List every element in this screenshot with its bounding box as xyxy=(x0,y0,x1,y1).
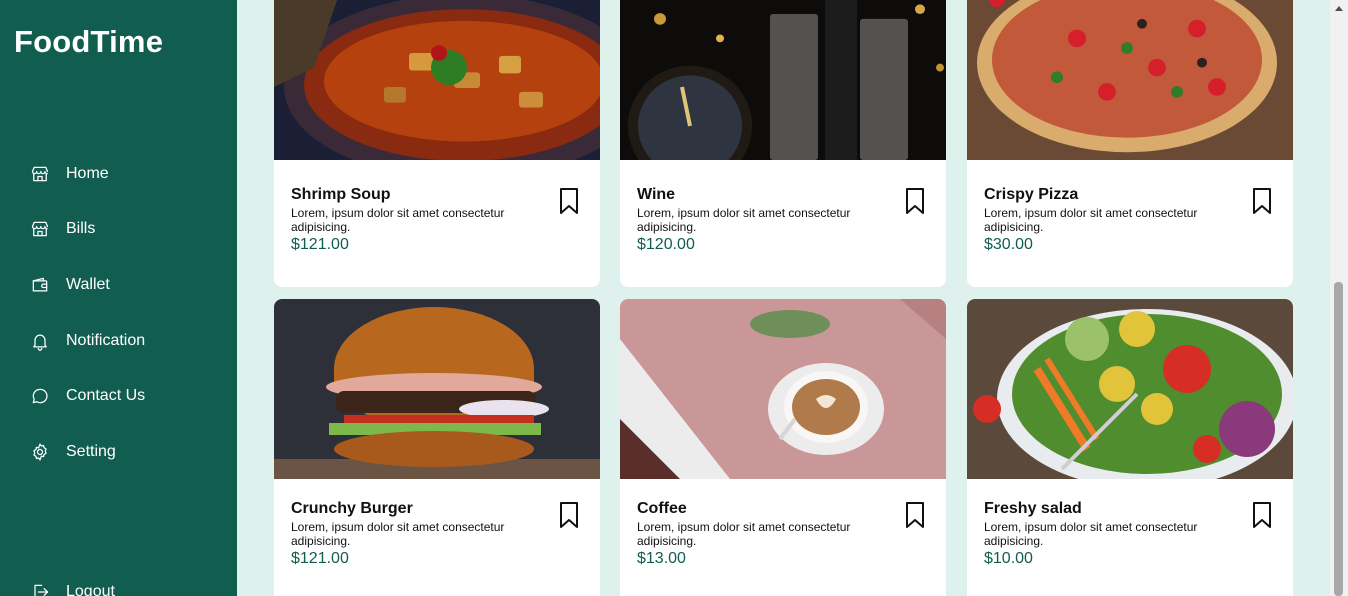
product-card[interactable]: Crispy Pizza Lorem, ipsum dolor sit amet… xyxy=(967,0,1293,287)
crispy-pizza-image xyxy=(967,0,1293,160)
sidebar-item-label: Notification xyxy=(66,332,146,349)
scrollbar-thumb[interactable] xyxy=(1334,282,1343,596)
product-price: $120.00 xyxy=(637,236,695,253)
sidebar-item-label: Home xyxy=(66,165,109,182)
bookmark-icon xyxy=(1253,502,1271,528)
sidebar-item-label: Setting xyxy=(66,443,116,460)
bookmark-button[interactable] xyxy=(904,187,926,215)
sidebar-item-label: Logout xyxy=(66,583,115,596)
wallet-icon xyxy=(32,277,48,292)
store-icon xyxy=(31,166,49,182)
bookmark-button[interactable] xyxy=(558,187,580,215)
coffee-image xyxy=(620,299,946,479)
wine-image xyxy=(620,0,946,160)
logout-icon xyxy=(34,584,49,596)
product-name: Coffee xyxy=(637,500,687,517)
product-card[interactable]: Wine Lorem, ipsum dolor sit amet consect… xyxy=(620,0,946,287)
gear-icon xyxy=(33,443,47,461)
crunchy-burger-image xyxy=(274,299,600,479)
freshy-salad-image xyxy=(967,299,1293,479)
product-description: Lorem, ipsum dolor sit amet consectetur … xyxy=(291,520,505,548)
sidebar: FoodTime Home Bills Wallet Notification … xyxy=(0,0,237,596)
product-name: Wine xyxy=(637,186,676,203)
product-price: $30.00 xyxy=(984,236,1033,253)
sidebar-item-label: Bills xyxy=(66,220,96,237)
chat-bubble-icon xyxy=(32,388,48,404)
bookmark-button[interactable] xyxy=(1251,501,1273,529)
product-price: $121.00 xyxy=(291,236,349,253)
bookmark-icon xyxy=(906,188,924,214)
product-description: Lorem, ipsum dolor sit amet consectetur … xyxy=(637,520,851,548)
product-name: Freshy salad xyxy=(984,500,1082,517)
bookmark-button[interactable] xyxy=(1251,187,1273,215)
product-card[interactable]: Crunchy Burger Lorem, ipsum dolor sit am… xyxy=(274,299,600,596)
product-price: $10.00 xyxy=(984,550,1033,567)
sidebar-item-contact-us[interactable]: Contact Us xyxy=(30,381,145,411)
product-grid: Shrimp Soup Lorem, ipsum dolor sit amet … xyxy=(237,0,1330,596)
product-description: Lorem, ipsum dolor sit amet consectetur … xyxy=(637,206,851,234)
product-description: Lorem, ipsum dolor sit amet consectetur … xyxy=(984,206,1198,234)
bookmark-icon xyxy=(1253,188,1271,214)
sidebar-item-wallet[interactable]: Wallet xyxy=(30,270,110,300)
sidebar-item-bills[interactable]: Bills xyxy=(30,214,95,244)
sidebar-item-notification[interactable]: Notification xyxy=(30,326,145,356)
product-card[interactable]: Coffee Lorem, ipsum dolor sit amet conse… xyxy=(620,299,946,596)
sidebar-item-setting[interactable]: Setting xyxy=(30,437,116,467)
brand-logo[interactable]: FoodTime xyxy=(14,24,163,60)
product-card[interactable]: Shrimp Soup Lorem, ipsum dolor sit amet … xyxy=(274,0,600,287)
sidebar-item-logout[interactable]: Logout xyxy=(30,577,115,596)
product-card[interactable]: Freshy salad Lorem, ipsum dolor sit amet… xyxy=(967,299,1293,596)
product-price: $121.00 xyxy=(291,550,349,567)
shrimp-soup-image xyxy=(274,0,600,160)
bookmark-icon xyxy=(560,502,578,528)
vertical-scrollbar[interactable] xyxy=(1330,0,1348,596)
store-icon xyxy=(31,221,49,237)
sidebar-item-label: Wallet xyxy=(66,276,110,293)
product-description: Lorem, ipsum dolor sit amet consectetur … xyxy=(291,206,505,234)
product-description: Lorem, ipsum dolor sit amet consectetur … xyxy=(984,520,1198,548)
product-name: Shrimp Soup xyxy=(291,186,391,203)
bookmark-button[interactable] xyxy=(904,501,926,529)
bookmark-icon xyxy=(560,188,578,214)
scroll-up-arrow-icon[interactable] xyxy=(1335,6,1343,11)
bell-icon xyxy=(33,334,47,351)
product-name: Crunchy Burger xyxy=(291,500,413,517)
bookmark-icon xyxy=(906,502,924,528)
sidebar-item-label: Contact Us xyxy=(66,387,146,404)
product-price: $13.00 xyxy=(637,550,686,567)
product-name: Crispy Pizza xyxy=(984,186,1079,203)
bookmark-button[interactable] xyxy=(558,501,580,529)
sidebar-item-home[interactable]: Home xyxy=(30,159,109,189)
